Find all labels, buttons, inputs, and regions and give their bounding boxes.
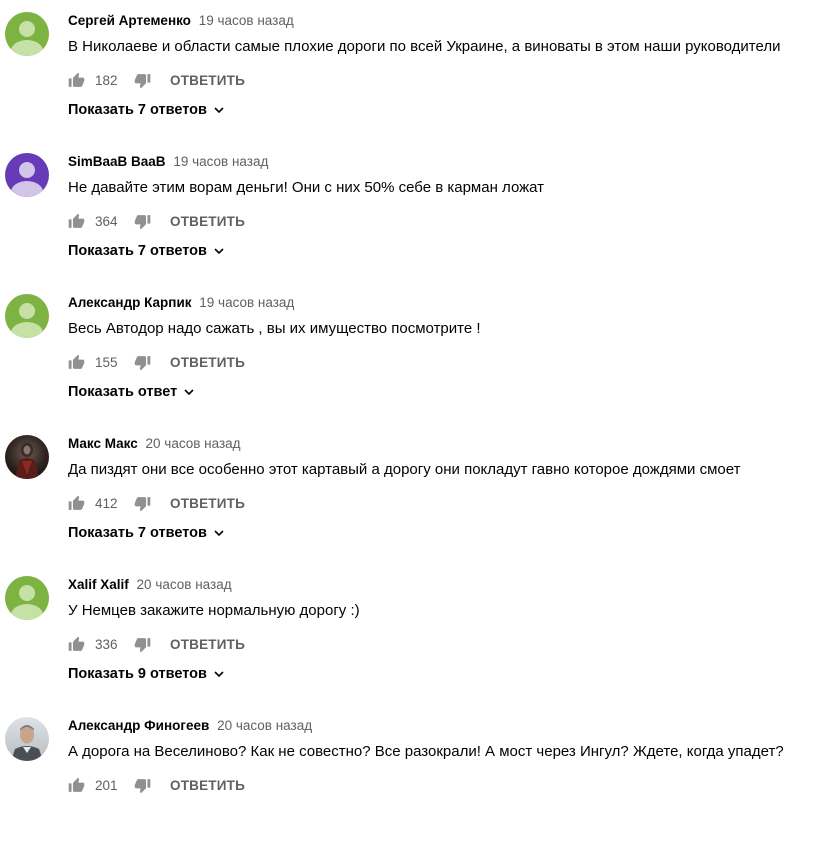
comment-text: А дорога на Веселиново? Как не совестно?… xyxy=(68,743,784,760)
author-name[interactable]: Сергей Артеменко xyxy=(68,13,191,28)
show-replies-label: Показать ответ xyxy=(68,384,178,400)
comment-time[interactable]: 19 часов назад xyxy=(173,154,268,169)
thumb-up-icon[interactable] xyxy=(68,636,85,653)
avatar[interactable] xyxy=(5,435,49,479)
show-replies-label: Показать 9 ответов xyxy=(68,666,207,682)
comment-thread: Сергей Артеменко 19 часов назад В Никола… xyxy=(0,0,827,141)
show-replies-button[interactable]: Показать 7 ответов xyxy=(68,243,225,259)
thumb-up-icon[interactable] xyxy=(68,777,85,794)
chevron-down-icon xyxy=(183,386,195,398)
comment-thread: Александр Финогеев 20 часов назад А доро… xyxy=(0,705,827,846)
author-name[interactable]: SimBaaB BaaB xyxy=(68,154,166,169)
show-replies-label: Показать 7 ответов xyxy=(68,102,207,118)
avatar[interactable] xyxy=(5,12,49,56)
comment-time[interactable]: 20 часов назад xyxy=(146,436,241,451)
comment-time[interactable]: 20 часов назад xyxy=(217,718,312,733)
avatar[interactable] xyxy=(5,153,49,197)
comment-actions: 155 ОТВЕТИТЬ xyxy=(68,353,245,371)
chevron-down-icon xyxy=(213,527,225,539)
like-count: 336 xyxy=(95,636,118,652)
avatar[interactable] xyxy=(5,717,49,761)
author-name[interactable]: Александр Карпик xyxy=(68,295,192,310)
comment-actions: 412 ОТВЕТИТЬ xyxy=(68,494,245,512)
like-count: 201 xyxy=(95,777,118,793)
thumb-down-icon[interactable] xyxy=(134,213,151,230)
comment-header: SimBaaB BaaB 19 часов назад xyxy=(68,153,268,171)
author-name[interactable]: Александр Финогеев xyxy=(68,718,209,733)
like-count: 155 xyxy=(95,354,118,370)
comment-time[interactable]: 19 часов назад xyxy=(199,13,294,28)
chevron-down-icon xyxy=(213,104,225,116)
thumb-up-icon[interactable] xyxy=(68,354,85,371)
chevron-down-icon xyxy=(213,668,225,680)
comment-thread: Макс Макс 20 часов назад Да пиздят они в… xyxy=(0,423,827,564)
reply-button[interactable]: ОТВЕТИТЬ xyxy=(170,73,245,88)
show-replies-button[interactable]: Показать 9 ответов xyxy=(68,666,225,682)
like-count: 412 xyxy=(95,495,118,511)
comment-time[interactable]: 20 часов назад xyxy=(137,577,232,592)
reply-button[interactable]: ОТВЕТИТЬ xyxy=(170,214,245,229)
thumb-up-icon[interactable] xyxy=(68,72,85,89)
comment-thread: Xalif Xalif 20 часов назад У Немцев зака… xyxy=(0,564,827,705)
comment-header: Xalif Xalif 20 часов назад xyxy=(68,576,232,594)
thumb-up-icon[interactable] xyxy=(68,213,85,230)
show-replies-button[interactable]: Показать 7 ответов xyxy=(68,102,225,118)
thumb-down-icon[interactable] xyxy=(134,495,151,512)
comment-header: Александр Карпик 19 часов назад xyxy=(68,294,294,312)
author-name[interactable]: Макс Макс xyxy=(68,436,138,451)
comment-header: Макс Макс 20 часов назад xyxy=(68,435,241,453)
reply-button[interactable]: ОТВЕТИТЬ xyxy=(170,355,245,370)
comment-actions: 364 ОТВЕТИТЬ xyxy=(68,212,245,230)
comment-actions: 336 ОТВЕТИТЬ xyxy=(68,635,245,653)
show-replies-label: Показать 7 ответов xyxy=(68,525,207,541)
author-name[interactable]: Xalif Xalif xyxy=(68,577,129,592)
comment-time[interactable]: 19 часов назад xyxy=(199,295,294,310)
thumb-down-icon[interactable] xyxy=(134,636,151,653)
comment-text: Весь Автодор надо сажать , вы их имущест… xyxy=(68,320,481,337)
comment-thread: Александр Карпик 19 часов назад Весь Авт… xyxy=(0,282,827,423)
chevron-down-icon xyxy=(213,245,225,257)
comment-text: У Немцев закажите нормальную дорогу :) xyxy=(68,602,360,619)
show-replies-label: Показать 7 ответов xyxy=(68,243,207,259)
thumb-down-icon[interactable] xyxy=(134,777,151,794)
comment-actions: 182 ОТВЕТИТЬ xyxy=(68,71,245,89)
comment-text: В Николаеве и области самые плохие дорог… xyxy=(68,38,781,55)
comment-text: Да пиздят они все особенно этот картавый… xyxy=(68,461,741,478)
thumb-up-icon[interactable] xyxy=(68,495,85,512)
reply-button[interactable]: ОТВЕТИТЬ xyxy=(170,778,245,793)
comment-header: Александр Финогеев 20 часов назад xyxy=(68,717,312,735)
reply-button[interactable]: ОТВЕТИТЬ xyxy=(170,496,245,511)
comment-header: Сергей Артеменко 19 часов назад xyxy=(68,12,294,30)
thumb-down-icon[interactable] xyxy=(134,72,151,89)
like-count: 364 xyxy=(95,213,118,229)
avatar[interactable] xyxy=(5,576,49,620)
reply-button[interactable]: ОТВЕТИТЬ xyxy=(170,637,245,652)
thumb-down-icon[interactable] xyxy=(134,354,151,371)
comment-actions: 201 ОТВЕТИТЬ xyxy=(68,776,245,794)
show-replies-button[interactable]: Показать 7 ответов xyxy=(68,525,225,541)
like-count: 182 xyxy=(95,72,118,88)
comment-thread: SimBaaB BaaB 19 часов назад Не давайте э… xyxy=(0,141,827,282)
show-replies-button[interactable]: Показать ответ xyxy=(68,384,195,400)
avatar[interactable] xyxy=(5,294,49,338)
comment-text: Не давайте этим ворам деньги! Они с них … xyxy=(68,179,545,196)
